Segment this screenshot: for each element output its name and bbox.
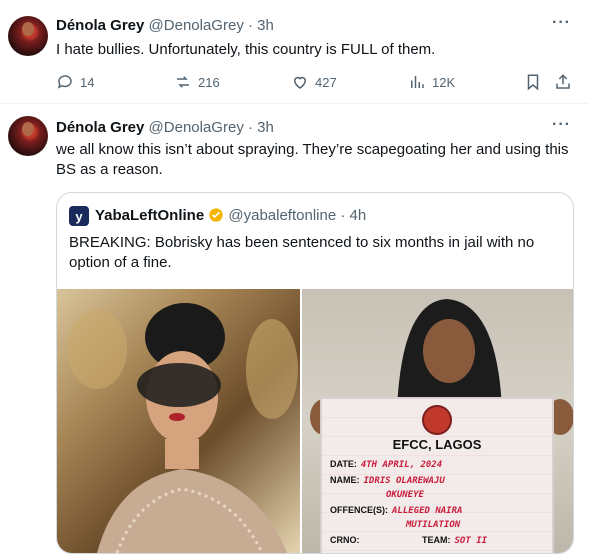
quoted-tweet-time: · 4h (340, 207, 367, 224)
bookmark-button[interactable] (524, 73, 542, 91)
heart-icon (293, 76, 307, 89)
more-options-icon[interactable]: ··· (552, 116, 571, 134)
placard-title: EFCC, LAGOS (392, 437, 482, 452)
placard-name-label: NAME: (330, 475, 360, 485)
retweet-icon (177, 76, 189, 88)
media-photo-left[interactable] (57, 289, 300, 553)
placard-team-label: TEAM: (422, 535, 451, 545)
views-count: 12K (432, 74, 456, 90)
tweet-1[interactable]: Dénola Grey @DenolaGrey · 3h ··· I hate … (0, 0, 589, 103)
author-handle[interactable]: @DenolaGrey (149, 17, 244, 34)
views-button[interactable]: 12K (408, 73, 455, 91)
like-button[interactable]: 427 (291, 73, 337, 91)
tweet-header: Dénola Grey @DenolaGrey · 3h (56, 119, 274, 136)
verified-badge-icon (209, 208, 223, 222)
portrait-illustration (67, 303, 298, 553)
placard-crno-label: CRNO: (330, 535, 360, 545)
reply-count: 14 (80, 74, 95, 90)
quoted-header: YabaLeftOnline @yabaleftonline · 4h (95, 207, 366, 224)
placard-name-value-2: OKUNEYE (386, 490, 424, 500)
share-icon (556, 74, 570, 89)
quoted-tweet-text: BREAKING: Bobrisky has been sentenced to… (69, 234, 535, 271)
placard-team-value: SOT II (454, 536, 488, 546)
tweet-text: I hate bullies. Unfortunately, this coun… (56, 41, 436, 58)
reply-button[interactable]: 14 (56, 73, 94, 91)
tweet-header: Dénola Grey @DenolaGrey · 3h (56, 17, 274, 34)
tweet-time[interactable]: · 3h (248, 17, 274, 34)
bookmark-icon (527, 74, 539, 91)
retweet-button[interactable]: 216 (174, 73, 220, 91)
retweet-count: 216 (198, 74, 220, 90)
author-name[interactable]: Dénola Grey (56, 119, 144, 136)
media-photo-right[interactable]: EFCC, LAGOS DATE: 4TH APRIL, 2024 NAME: ID… (302, 289, 573, 553)
avatar[interactable] (8, 116, 48, 156)
share-button[interactable] (554, 73, 572, 91)
author-handle[interactable]: @DenolaGrey (149, 119, 244, 136)
author-name[interactable]: Dénola Grey (56, 17, 144, 34)
efcc-placard: EFCC, LAGOS DATE: 4TH APRIL, 2024 NAME: ID… (320, 397, 554, 553)
efcc-seal-icon (422, 405, 452, 435)
tweet-time[interactable]: · 3h (248, 119, 274, 136)
placard-name-value-1: IDRIS OLAREWAJU (363, 476, 445, 486)
views-chart-icon (411, 76, 424, 88)
quoted-author-name[interactable]: YabaLeftOnline (95, 207, 204, 224)
quoted-author-handle[interactable]: @yabaleftonline (228, 207, 336, 224)
placard-offence-value-1: ALLEGED NAIRA (392, 506, 463, 516)
quoted-tweet[interactable]: y YabaLeftOnline @yabaleftonline · 4h BR… (56, 192, 574, 554)
tweet-actions: 14 216 427 12K (56, 73, 576, 93)
tweet-text: we all know this isn’t about spraying. T… (56, 141, 569, 178)
placard-offence-label: OFFENCE(S): (330, 505, 388, 515)
placard-date-value: 4TH APRIL, 2024 (360, 460, 443, 470)
placard-offence-value-2: MUTILATION (406, 520, 461, 530)
more-options-icon[interactable]: ··· (552, 14, 571, 32)
quoted-avatar[interactable]: y (69, 206, 89, 226)
like-count: 427 (315, 74, 337, 90)
reply-icon (57, 75, 72, 89)
avatar[interactable] (8, 16, 48, 56)
placard-date-label: DATE: (330, 459, 357, 469)
